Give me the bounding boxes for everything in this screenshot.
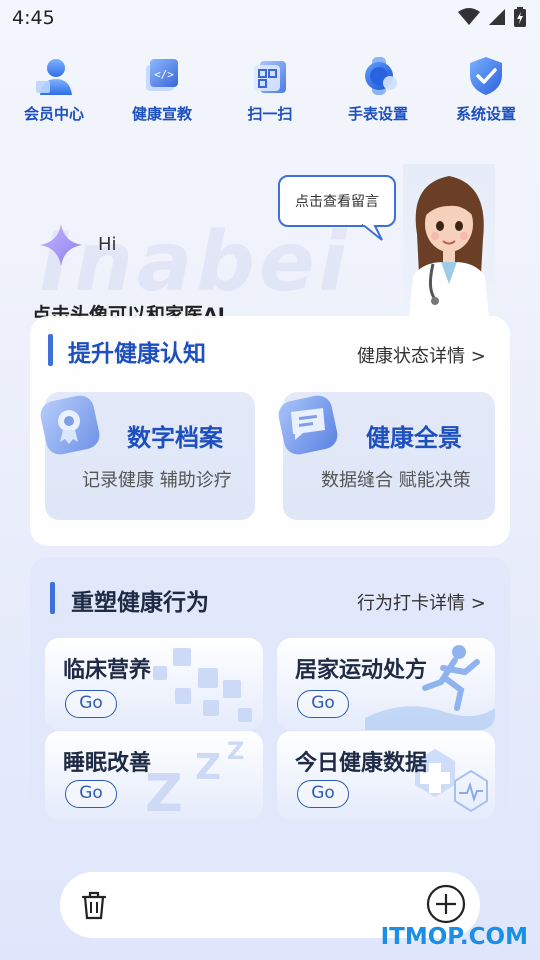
tile-title: 临床营养 [63,658,152,683]
status-time: 4:45 [12,7,55,29]
func-label: 手表设置 [347,105,408,123]
wifi-icon [458,8,480,25]
trash-button[interactable] [62,873,126,937]
today-health-data-tile[interactable]: 今日健康数据 Go [277,731,495,820]
shield-icon [464,55,508,97]
sparkle-icon [40,224,82,266]
func-label: 健康宣教 [131,105,192,123]
brand-watermark: ITMOP.COM [380,924,528,950]
svg-text:Z: Z [195,747,221,788]
tile-title: 居家运动处方 [295,658,428,683]
section-title: 提升健康认知 [68,341,206,367]
scan-icon [248,55,292,97]
go-button[interactable]: Go [297,690,349,718]
greeting-text: Hi [98,234,117,255]
go-button[interactable]: Go [297,780,349,808]
status-icons [458,7,526,27]
section-title: 重塑健康行为 [71,590,209,616]
add-icon[interactable] [426,884,466,924]
tile-title: 健康全景 [366,424,462,452]
tile-title: 今日健康数据 [295,751,428,776]
tile-title: 数字档案 [127,424,223,452]
trash-icon [81,891,107,920]
func-label: 系统设置 [455,105,516,123]
certificate-icon [40,395,100,455]
behavior-card: 重塑健康行为 行为打卡详情 > 临床营养 Go 居家运动处方 Go Z Z Z … [30,557,510,820]
signal-icon [489,9,505,25]
section-accent-bar [50,582,55,614]
func-watch-settings[interactable]: 手表设置 [328,55,428,124]
status-bar: 4:45 [0,0,540,38]
doctor-illustration [409,176,489,319]
member-icon [32,55,76,97]
watermark-text: Inabei [40,215,351,310]
health-status-detail-link[interactable]: 健康状态详情 > [357,342,486,368]
tile-subtitle: 记录健康 辅助诊疗 [82,470,232,491]
watch-icon [356,55,400,97]
chat-card-icon [278,395,338,455]
education-icon: </> [140,55,184,97]
go-button[interactable]: Go [65,690,117,718]
behavior-checkin-detail-link[interactable]: 行为打卡详情 > [357,589,486,615]
battery-icon [514,7,526,27]
bubble-tail [362,224,383,241]
tile-title: 睡眠改善 [63,751,152,776]
svg-text:Z: Z [227,737,244,765]
health-panorama-tile[interactable]: 健康全景 数据缝合 赋能决策 [278,392,495,520]
cubes-decoration [153,648,252,722]
function-row: 会员中心 </> 健康宣教 扫一扫 手表设置 系统设置 [0,55,540,127]
svg-text:</>: </> [154,68,174,81]
func-member-center[interactable]: 会员中心 [4,55,104,124]
func-label: 扫一扫 [247,105,293,123]
go-button[interactable]: Go [65,780,117,808]
func-label: 会员中心 [23,105,84,123]
message-bubble[interactable]: 点击查看留言 [278,175,396,227]
func-system-settings[interactable]: 系统设置 [436,55,536,124]
section-accent-bar [48,334,53,366]
doctor-avatar[interactable] [403,164,495,319]
home-exercise-tile[interactable]: 居家运动处方 Go [277,638,495,730]
cognition-card: 提升健康认知 健康状态详情 > 数字档案 记录健康 辅助诊疗 健康全景 数据缝合… [30,316,510,546]
sleep-improvement-tile[interactable]: Z Z Z 睡眠改善 Go [45,731,263,820]
zzz-decoration: Z Z Z [145,737,244,820]
func-scan[interactable]: 扫一扫 [220,55,320,124]
clinical-nutrition-tile[interactable]: 临床营养 Go [45,638,263,730]
func-health-education[interactable]: </> 健康宣教 [112,55,212,124]
digital-archive-tile[interactable]: 数字档案 记录健康 辅助诊疗 [40,392,255,520]
tile-subtitle: 数据缝合 赋能决策 [321,470,471,491]
